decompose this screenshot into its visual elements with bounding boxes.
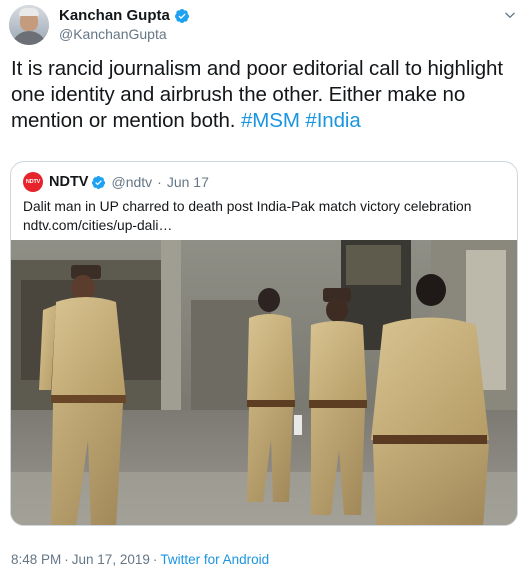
ndtv-avatar[interactable]: NDTV — [23, 172, 43, 192]
tweet-header: Kanchan Gupta @KanchanGupta — [9, 3, 190, 47]
quoted-separator: · — [157, 174, 162, 190]
tweet-source[interactable]: Twitter for Android — [160, 552, 269, 567]
tweet-date[interactable]: Jun 17, 2019 — [72, 552, 150, 567]
tweet: Kanchan Gupta @KanchanGupta It is rancid… — [0, 0, 531, 574]
avatar[interactable] — [9, 5, 49, 45]
quoted-date[interactable]: Jun 17 — [167, 174, 209, 190]
author-display-name[interactable]: Kanchan Gupta — [59, 7, 170, 25]
author-handle[interactable]: @KanchanGupta — [59, 25, 190, 43]
quoted-tweet-card[interactable]: NDTV NDTV @ndtv · Jun 17 Dalit man in UP… — [10, 161, 518, 526]
footer-separator-2: · — [152, 552, 158, 567]
quoted-link[interactable]: ndtv.com/cities/up-dali… — [23, 216, 509, 235]
author-info: Kanchan Gupta @KanchanGupta — [59, 7, 190, 43]
tweet-time[interactable]: 8:48 PM — [11, 552, 61, 567]
quoted-tweet-photo[interactable] — [11, 240, 517, 525]
police-officers-photo — [11, 240, 517, 525]
hashtag-india[interactable]: #India — [305, 109, 360, 132]
quoted-headline: Dalit man in UP charred to death post In… — [23, 199, 472, 214]
verified-badge-icon — [174, 9, 189, 23]
chevron-down-icon[interactable] — [503, 8, 517, 22]
quoted-tweet-text: Dalit man in UP charred to death post In… — [23, 197, 509, 235]
tweet-footer: 8:48 PM · Jun 17, 2019 · Twitter for Android — [11, 552, 269, 568]
quoted-tweet-header: NDTV NDTV @ndtv · Jun 17 — [23, 172, 209, 192]
quoted-display-name[interactable]: NDTV — [49, 174, 88, 190]
quoted-handle[interactable]: @ndtv — [111, 174, 152, 190]
hashtag-msm[interactable]: #MSM — [241, 109, 300, 132]
footer-separator: · — [64, 552, 69, 567]
tweet-text: It is rancid journalism and poor editori… — [11, 56, 516, 134]
verified-badge-icon — [92, 175, 106, 189]
